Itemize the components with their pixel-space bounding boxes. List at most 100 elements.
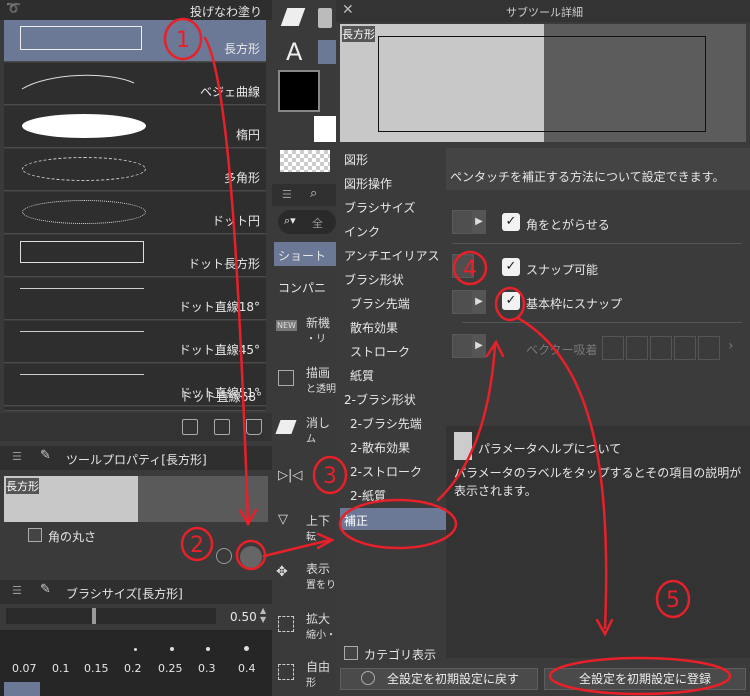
category-item[interactable]: 図形 xyxy=(344,151,368,168)
category-item[interactable]: ストローク xyxy=(350,343,410,360)
register-all-button[interactable]: 全設定を初期設定に登録 xyxy=(544,668,746,690)
subtool-list-footer xyxy=(0,413,272,441)
option-toggle-box[interactable] xyxy=(452,334,474,358)
option-toggle-box[interactable] xyxy=(452,210,474,234)
shape-label-dot-line-68[interactable]: ドット直線68° xyxy=(181,388,262,405)
pen-icon: ✎ xyxy=(40,448,51,463)
tool-icon[interactable] xyxy=(318,8,332,28)
shape-item-ellipse[interactable]: 楕円 xyxy=(4,106,266,148)
transform-icon xyxy=(278,664,294,680)
snap-checkbox[interactable]: ✓ xyxy=(502,258,520,276)
option-toggle-box[interactable] xyxy=(452,254,474,278)
command-flip[interactable]: ▷|◁ xyxy=(272,462,336,506)
transparent-color-swatch[interactable] xyxy=(280,150,330,172)
shape-label-lasso-fill[interactable]: 投げなわ塗り xyxy=(190,3,262,20)
category-item[interactable]: ブラシ先端 xyxy=(350,295,410,312)
command-draw[interactable]: 描画 と透明 xyxy=(272,362,336,406)
search-icon: ⌕▾ xyxy=(284,214,296,227)
expand-arrow-icon[interactable]: ▶ xyxy=(472,210,486,234)
panel-menu-icon[interactable]: ☰ xyxy=(12,584,22,597)
preset-selected[interactable] xyxy=(4,682,40,696)
dot-rectangle-preview xyxy=(20,241,144,263)
help-title: パラメータヘルプについて xyxy=(478,442,622,456)
corner-round-checkbox[interactable] xyxy=(28,528,42,542)
category-item[interactable]: アンチエイリアス xyxy=(344,247,440,264)
category-item[interactable]: 図形操作 xyxy=(344,175,392,192)
category-item[interactable]: インク xyxy=(344,223,380,240)
text-tool-icon[interactable]: A xyxy=(286,38,302,66)
command-scale[interactable]: 拡大 縮小・ xyxy=(272,608,336,652)
divider xyxy=(452,243,742,244)
clock-icon[interactable] xyxy=(216,548,232,564)
shape-item-dot-rectangle[interactable]: ドット長方形 xyxy=(4,235,266,277)
wrench-settings-button[interactable] xyxy=(240,546,262,568)
category-item[interactable]: 散布効果 xyxy=(350,319,398,336)
import-icon[interactable] xyxy=(182,419,198,435)
preset-size[interactable]: 0.07 xyxy=(12,662,37,675)
category-item[interactable]: 2-ブラシ先端 xyxy=(350,415,422,432)
preset-size[interactable]: 0.15 xyxy=(84,662,109,675)
sub-color-swatch[interactable] xyxy=(314,116,336,142)
category-item[interactable]: 2-紙質 xyxy=(350,487,386,504)
shape-item-dot-line-68[interactable] xyxy=(4,407,266,411)
category-item[interactable]: 2-散布効果 xyxy=(350,439,410,456)
eraser-icon[interactable] xyxy=(280,8,306,26)
brush-size-slider[interactable] xyxy=(6,608,216,624)
shape-label: ドット直線18° xyxy=(178,300,260,314)
shape-item-dot-circle[interactable]: ドット円 xyxy=(4,192,266,234)
duplicate-icon[interactable] xyxy=(214,419,230,435)
close-icon[interactable]: ✕ xyxy=(342,2,354,18)
shape-item-rectangle[interactable]: 長方形 xyxy=(4,20,266,62)
expand-arrow-icon[interactable]: ▶ xyxy=(472,334,486,358)
slider-handle[interactable] xyxy=(92,608,96,624)
category-item[interactable]: ブラシサイズ xyxy=(344,199,415,216)
command-display[interactable]: ✥ 表示 置をり xyxy=(272,558,336,602)
search-field[interactable]: ⌕▾ 全 xyxy=(278,210,336,234)
command-flip-vertical[interactable]: ▽ 上下 転 xyxy=(272,510,336,554)
command-free-transform[interactable]: 自由 形 xyxy=(272,656,336,696)
stepper-icon[interactable]: ▲ ▼ xyxy=(260,606,266,624)
expand-arrow-icon[interactable]: ▶ xyxy=(472,290,486,314)
tab-shortcut[interactable]: ショート xyxy=(274,242,336,266)
preset-size[interactable]: 0.4 xyxy=(238,662,256,675)
shape-item-bezier[interactable]: ベジェ曲線 xyxy=(4,63,266,105)
chevron-right-icon[interactable]: › xyxy=(728,338,734,354)
shape-item-dot-line-45[interactable]: ドット直線45° xyxy=(4,321,266,363)
preset-size[interactable]: 0.1 xyxy=(52,662,70,675)
main-color-swatch[interactable] xyxy=(278,70,320,112)
category-item[interactable]: ブラシ形状 xyxy=(344,271,404,288)
category-item[interactable]: 紙質 xyxy=(350,367,374,384)
category-item[interactable]: 2-ブラシ形状 xyxy=(344,391,416,408)
layer-icon xyxy=(278,370,294,386)
preview-label: 長方形 xyxy=(6,478,39,494)
trash-icon[interactable] xyxy=(246,419,262,435)
preset-size[interactable]: 0.3 xyxy=(198,662,216,675)
shape-item-dot-line-18[interactable]: ドット直線18° xyxy=(4,278,266,320)
preset-size[interactable]: 0.2 xyxy=(124,662,142,675)
reset-all-button[interactable]: 全設定を初期設定に戻す xyxy=(340,668,538,690)
snap-base-frame-checkbox[interactable]: ✓ xyxy=(502,292,520,310)
vector-snap-mode-buttons[interactable] xyxy=(602,336,722,360)
shape-item-polygon[interactable]: 多角形 xyxy=(4,149,266,191)
category-correction-selected[interactable]: 補正 xyxy=(340,508,446,530)
category-item[interactable]: 2-ストローク xyxy=(350,463,422,480)
preset-dot xyxy=(134,648,137,651)
command-erase[interactable]: 消し ム xyxy=(272,412,336,456)
selected-tool[interactable] xyxy=(318,40,336,64)
preset-size[interactable]: 0.25 xyxy=(158,662,183,675)
tab-companion[interactable]: コンパニ xyxy=(274,274,336,298)
panel-menu-icon[interactable]: ☰ xyxy=(12,450,22,463)
description-bar: ペンタッチを補正する方法について設定できます。 xyxy=(446,148,750,190)
bezier-preview xyxy=(21,74,135,90)
search-icon[interactable]: ⌕ xyxy=(310,186,317,201)
divider xyxy=(462,322,742,323)
panel-menu-icon[interactable]: ☰ xyxy=(282,188,292,201)
shape-label: ベジェ曲線 xyxy=(199,85,260,99)
option-toggle-box[interactable] xyxy=(452,290,474,314)
flip-horizontal-icon: ▷|◁ xyxy=(278,468,303,483)
line-preview xyxy=(20,331,144,332)
category-display-checkbox[interactable] xyxy=(344,646,358,660)
sharp-corners-checkbox[interactable]: ✓ xyxy=(502,213,520,231)
rectangle-preview xyxy=(20,26,142,50)
command-new[interactable]: NEW 新機 ・リ xyxy=(272,312,336,356)
